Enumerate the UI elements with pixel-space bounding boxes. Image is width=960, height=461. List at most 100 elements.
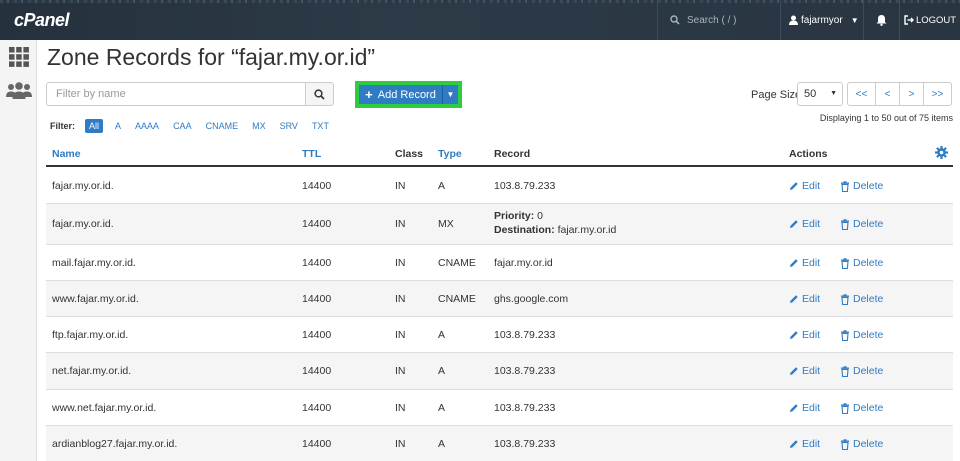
record-class: IN — [395, 329, 406, 341]
record-value: fajar.my.or.id — [494, 257, 553, 269]
column-name-sort[interactable]: Name — [52, 148, 81, 160]
record-priority: Priority: 0 — [494, 210, 543, 222]
delete-label: Delete — [853, 293, 884, 305]
delete-button[interactable]: Delete — [840, 293, 883, 305]
filter-all[interactable]: All — [85, 118, 104, 133]
trash-icon — [841, 293, 849, 305]
edit-button[interactable]: Edit — [789, 438, 820, 450]
edit-button[interactable]: Edit — [789, 329, 820, 341]
filter-txt[interactable]: TXT — [312, 121, 329, 131]
pencil-icon — [790, 367, 798, 375]
trash-icon — [841, 218, 849, 230]
user-menu[interactable]: fajarmyor ▼ — [781, 0, 864, 40]
cpanel-logo[interactable]: cPanel — [14, 10, 70, 31]
add-record-dropdown-toggle[interactable]: ▼ — [443, 85, 458, 104]
add-record-label: Add Record — [377, 88, 436, 101]
filter-srv[interactable]: SRV — [280, 121, 298, 131]
edit-button[interactable]: Edit — [789, 180, 820, 192]
sidebar-home-button[interactable] — [8, 46, 30, 68]
add-record-button[interactable]: + Add Record — [359, 85, 443, 104]
delete-button[interactable]: Delete — [840, 438, 883, 450]
column-class: Class — [395, 148, 424, 160]
record-type: A — [438, 438, 446, 450]
filter-caa[interactable]: CAA — [173, 121, 192, 131]
delete-button[interactable]: Delete — [840, 402, 883, 414]
pencil-icon — [790, 259, 798, 267]
pager-first[interactable]: << — [847, 82, 876, 106]
record-destination: Destination: fajar.my.or.id — [494, 224, 616, 236]
delete-button[interactable]: Delete — [840, 218, 883, 230]
edit-label: Edit — [802, 257, 821, 269]
record-name: ftp.fajar.my.or.id. — [52, 329, 129, 341]
search-icon — [314, 88, 325, 100]
pencil-icon — [790, 182, 798, 190]
edit-button[interactable]: Edit — [789, 402, 820, 414]
delete-button[interactable]: Delete — [840, 329, 883, 341]
record-value: ghs.google.com — [494, 293, 569, 305]
edit-label: Edit — [802, 329, 821, 341]
edit-label: Edit — [802, 438, 821, 450]
filter-a[interactable]: A — [115, 121, 121, 131]
record-value: 103.8.79.233 — [494, 438, 556, 450]
delete-button[interactable]: Delete — [840, 257, 883, 269]
table-settings-button[interactable] — [935, 146, 948, 162]
pager-prev[interactable]: < — [875, 82, 900, 106]
column-type-sort[interactable]: Type — [438, 148, 462, 160]
filter-aaaa[interactable]: AAAA — [135, 121, 159, 131]
delete-label: Delete — [853, 257, 884, 269]
sidebar-users-button[interactable] — [6, 80, 32, 102]
pencil-icon — [790, 331, 798, 339]
record-ttl: 14400 — [302, 329, 332, 341]
priority-label: Priority: — [494, 210, 535, 222]
logout-button[interactable]: LOGOUT — [900, 0, 960, 40]
record-name: fajar.my.or.id. — [52, 218, 114, 230]
delete-label: Delete — [853, 438, 884, 450]
filter-cname[interactable]: CNAME — [206, 121, 239, 131]
record-name: mail.fajar.my.or.id. — [52, 257, 136, 269]
edit-button[interactable]: Edit — [789, 257, 820, 269]
edit-button[interactable]: Edit — [789, 218, 820, 230]
table-row: fajar.my.or.id. 14400 IN MX Priority: 0 … — [46, 204, 953, 245]
global-search[interactable]: Search ( / ) — [657, 0, 781, 40]
filter-search-button[interactable] — [305, 82, 334, 106]
chevron-down-icon: ▼ — [850, 15, 859, 25]
pencil-icon — [790, 404, 798, 412]
page-size-value: 50 — [804, 88, 817, 100]
delete-button[interactable]: Delete — [840, 365, 883, 377]
trash-icon — [841, 180, 849, 192]
delete-label: Delete — [853, 329, 884, 341]
table-row: fajar.my.or.id. 14400 IN A 103.8.79.233 … — [46, 168, 953, 204]
record-ttl: 14400 — [302, 438, 332, 450]
destination-value: fajar.my.or.id — [554, 224, 617, 236]
filter-by-name-input[interactable] — [46, 82, 306, 106]
record-type: A — [438, 329, 446, 341]
page-size-select[interactable]: 50 ▼ — [797, 82, 843, 106]
edit-button[interactable]: Edit — [789, 365, 820, 377]
trash-icon — [841, 402, 849, 414]
column-actions: Actions — [789, 148, 828, 160]
delete-label: Delete — [853, 180, 884, 192]
record-ttl: 14400 — [302, 293, 332, 305]
record-type: MX — [438, 218, 454, 230]
edit-button[interactable]: Edit — [789, 293, 820, 305]
notifications-button[interactable] — [864, 0, 900, 40]
page-size-label: Page Size — [751, 89, 802, 101]
record-name: net.fajar.my.or.id. — [52, 365, 132, 377]
record-ttl: 14400 — [302, 365, 332, 377]
pager-next[interactable]: > — [899, 82, 924, 106]
filter-label: Filter: — [50, 120, 76, 131]
search-icon — [670, 15, 680, 25]
chevron-down-icon: ▼ — [830, 90, 837, 97]
logout-icon — [904, 15, 914, 25]
record-type: A — [438, 402, 446, 414]
edit-label: Edit — [802, 180, 821, 192]
page-title: Zone Records for “fajar.my.or.id” — [47, 44, 376, 70]
trash-icon — [841, 438, 849, 450]
record-type: A — [438, 180, 446, 192]
pager-last[interactable]: >> — [923, 82, 952, 106]
table-row: ardianblog27.fajar.my.or.id. 14400 IN A … — [46, 426, 953, 461]
search-placeholder: Search ( / ) — [687, 14, 737, 26]
delete-button[interactable]: Delete — [840, 180, 883, 192]
column-ttl-sort[interactable]: TTL — [302, 148, 321, 160]
filter-mx[interactable]: MX — [252, 121, 266, 131]
